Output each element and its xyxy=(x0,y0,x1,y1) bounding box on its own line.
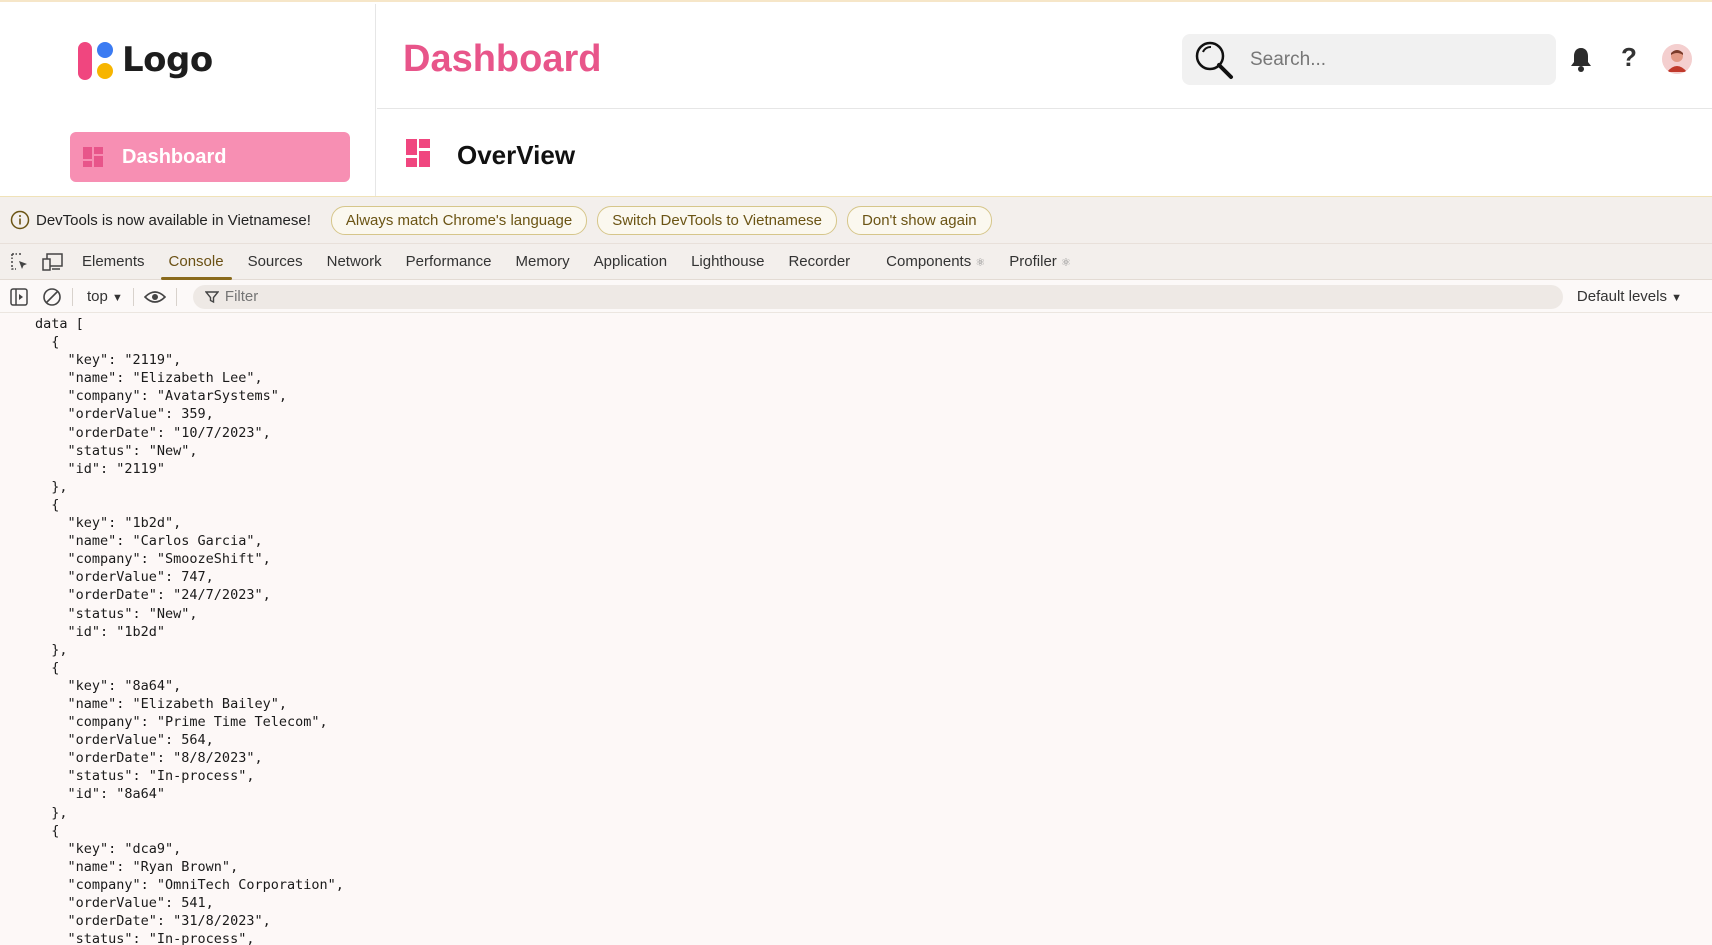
inspect-element-icon[interactable] xyxy=(10,252,30,272)
sidebar-toggle-icon[interactable] xyxy=(10,287,28,306)
toolbar-divider xyxy=(132,287,134,306)
context-selector[interactable]: top ▼ xyxy=(87,288,123,305)
devtools-tab-bar: Elements Console Sources Network Perform… xyxy=(0,244,1712,280)
device-toolbar-icon[interactable] xyxy=(42,252,64,272)
sidebar-item-dashboard[interactable]: Dashboard xyxy=(70,132,350,182)
tab-performance[interactable]: Performance xyxy=(394,244,504,280)
tab-console[interactable]: Console xyxy=(157,244,236,280)
tab-application[interactable]: Application xyxy=(582,244,679,280)
filter-icon xyxy=(204,290,219,303)
sidebar-item-label: Dashboard xyxy=(122,145,227,168)
tab-components-label: Components xyxy=(886,252,972,270)
log-levels-dropdown[interactable]: Default levels ▼ xyxy=(1577,288,1682,305)
avatar[interactable] xyxy=(1662,44,1692,74)
header: Dashboard ? xyxy=(377,4,1712,109)
logo-text: Logo xyxy=(122,40,213,80)
react-icon: ⚛ xyxy=(1060,256,1071,269)
dashboard-icon xyxy=(83,147,103,167)
search-input[interactable] xyxy=(1250,48,1510,71)
console-output: data [ { "key": "2119", "name": "Elizabe… xyxy=(0,315,1712,945)
tab-components[interactable]: Components ⚛ xyxy=(874,244,997,280)
tab-sources[interactable]: Sources xyxy=(236,244,315,280)
console-filter-input[interactable] xyxy=(224,288,1425,305)
console-filter xyxy=(192,284,1563,309)
switch-to-vietnamese-button[interactable]: Switch DevTools to Vietnamese xyxy=(597,205,838,235)
devtools-panel: DevTools is now available in Vietnamese!… xyxy=(0,196,1712,945)
help-icon[interactable]: ? xyxy=(1621,42,1637,73)
context-selector-label: top xyxy=(87,288,108,305)
toolbar-divider xyxy=(175,287,177,306)
log-levels-label: Default levels xyxy=(1576,288,1667,305)
clear-console-icon[interactable] xyxy=(42,287,62,307)
info-icon xyxy=(10,210,30,230)
tab-elements[interactable]: Elements xyxy=(70,244,157,280)
live-expression-eye-icon[interactable] xyxy=(143,289,166,305)
tab-lighthouse[interactable]: Lighthouse xyxy=(679,244,776,280)
tab-profiler[interactable]: Profiler ⚛ xyxy=(997,244,1083,280)
console-log-message[interactable]: data [ { "key": "2119", "name": "Elizabe… xyxy=(0,315,1712,945)
always-match-language-button[interactable]: Always match Chrome's language xyxy=(330,205,588,235)
overview-icon xyxy=(406,139,430,167)
toolbar-divider xyxy=(72,287,73,306)
infobar-text: DevTools is now available in Vietnamese! xyxy=(36,211,311,229)
tab-network[interactable]: Network xyxy=(315,244,394,280)
sidebar: Logo Dashboard xyxy=(0,4,376,198)
search-icon[interactable] xyxy=(1194,40,1234,80)
section-title: OverView xyxy=(457,140,576,170)
tab-recorder[interactable]: Recorder xyxy=(776,244,862,280)
dropdown-arrow-icon: ▼ xyxy=(1671,292,1683,304)
logo-icon xyxy=(78,42,113,80)
page-title: Dashboard xyxy=(403,38,602,80)
tab-profiler-label: Profiler xyxy=(1009,252,1057,270)
logo[interactable]: Logo xyxy=(76,38,213,82)
subheader: OverView xyxy=(377,110,1712,198)
search-box xyxy=(1182,34,1556,85)
notification-bell-icon[interactable] xyxy=(1569,46,1593,77)
dropdown-arrow-icon: ▼ xyxy=(112,292,123,304)
tab-memory[interactable]: Memory xyxy=(504,244,582,280)
react-icon: ⚛ xyxy=(975,256,986,269)
devtools-infobar: DevTools is now available in Vietnamese!… xyxy=(0,197,1712,244)
console-toolbar: top ▼ Default levels ▼ xyxy=(0,281,1712,313)
app-window: Logo Dashboard Dashboard Search... ? Ove… xyxy=(0,0,1712,198)
dont-show-again-button[interactable]: Don't show again xyxy=(847,205,992,235)
